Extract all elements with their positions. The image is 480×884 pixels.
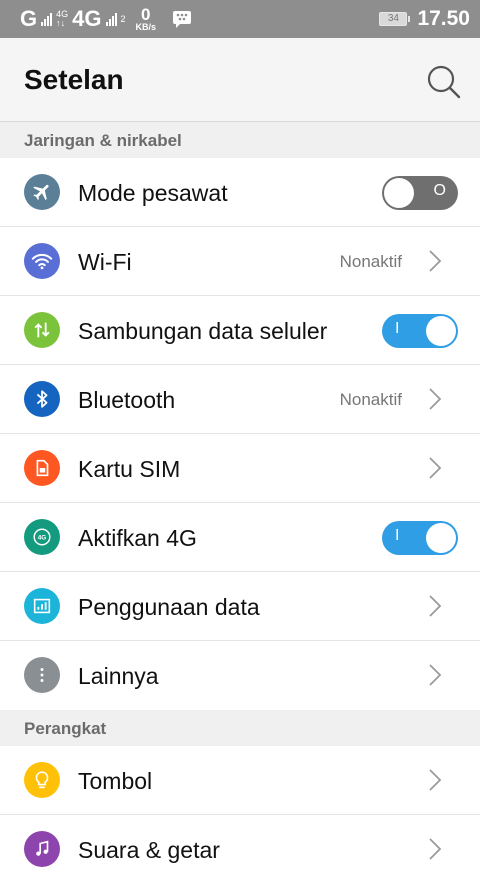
chevron-right-icon [429,595,442,617]
chevron-right-icon [429,250,442,272]
airplane-mode-toggle[interactable]: O [382,176,458,210]
toggle-state-mark: I [395,527,400,544]
toggle-knob [426,316,456,346]
setting-enable-4g[interactable]: 4G Aktifkan 4G I [0,503,480,572]
page-title: Setelan [24,64,124,95]
music-note-icon [24,831,60,867]
setting-label: Bluetooth [78,387,176,413]
setting-status-value: Nonaktif [339,390,402,409]
data-activity-icon: ↑↓ [56,18,66,28]
wifi-icon [24,243,60,279]
toggle-state-mark: O [433,182,446,199]
carrier-indicator: G [20,6,38,31]
signal-strength-icon-2 [105,12,117,26]
bbm-notification-icon [173,11,192,28]
network-speed-unit: KB/s [135,22,157,32]
svg-text:4G: 4G [38,534,47,541]
chevron-right-icon [429,664,442,686]
chevron-right-icon [429,838,442,860]
network-speed-value: 0 [141,5,151,24]
mobile-data-toggle[interactable]: I [382,314,458,348]
setting-buttons[interactable]: Tombol [0,746,480,815]
airplane-icon [24,174,60,210]
enable-4g-toggle[interactable]: I [382,521,458,555]
sim-card-icon [24,450,60,486]
setting-label: Penggunaan data [78,594,260,620]
section-header-network: Jaringan & nirkabel [0,122,480,158]
lightbulb-icon [24,762,60,798]
4g-icon: 4G [24,519,60,555]
setting-airplane-mode[interactable]: Mode pesawat O [0,158,480,227]
status-bar: G 4G ↑↓ 4G 2 0 KB/s 34 17.50 [0,0,480,38]
setting-label: Lainnya [78,663,159,689]
data-arrows-icon [24,312,60,348]
network-type-4g: 4G [72,6,102,31]
search-icon[interactable] [426,64,462,100]
setting-status-value: Nonaktif [339,252,402,271]
setting-more[interactable]: Lainnya [0,641,480,710]
setting-sim-card[interactable]: Kartu SIM [0,434,480,503]
bluetooth-icon [24,381,60,417]
setting-label: Kartu SIM [78,456,181,482]
more-dots-icon [24,657,60,693]
network-speed: 0 KB/s [136,6,157,32]
setting-label: Mode pesawat [78,180,228,206]
setting-wifi[interactable]: Wi-Fi Nonaktif [0,227,480,296]
toggle-knob [426,523,456,553]
setting-label: Aktifkan 4G [78,525,197,551]
setting-sound-vibration[interactable]: Suara & getar [0,815,480,884]
chevron-right-icon [429,769,442,791]
clock: 17.50 [417,7,470,30]
setting-label: Wi-Fi [78,249,132,275]
chevron-right-icon [429,388,442,410]
toggle-state-mark: I [395,320,400,337]
data-usage-icon [24,588,60,624]
setting-label: Sambungan data seluler [78,318,328,344]
setting-label: Suara & getar [78,837,220,863]
sim-slot-number: 2 [120,13,126,24]
signal-strength-icon [41,12,53,26]
chevron-right-icon [429,457,442,479]
section-header-device: Perangkat [0,710,480,746]
setting-data-usage[interactable]: Penggunaan data [0,572,480,641]
app-bar: Setelan [0,38,480,122]
battery-icon: 34 [379,12,411,26]
setting-mobile-data[interactable]: Sambungan data seluler I [0,296,480,365]
setting-bluetooth[interactable]: Bluetooth Nonaktif [0,365,480,434]
setting-label: Tombol [78,768,153,794]
toggle-knob [384,178,414,208]
